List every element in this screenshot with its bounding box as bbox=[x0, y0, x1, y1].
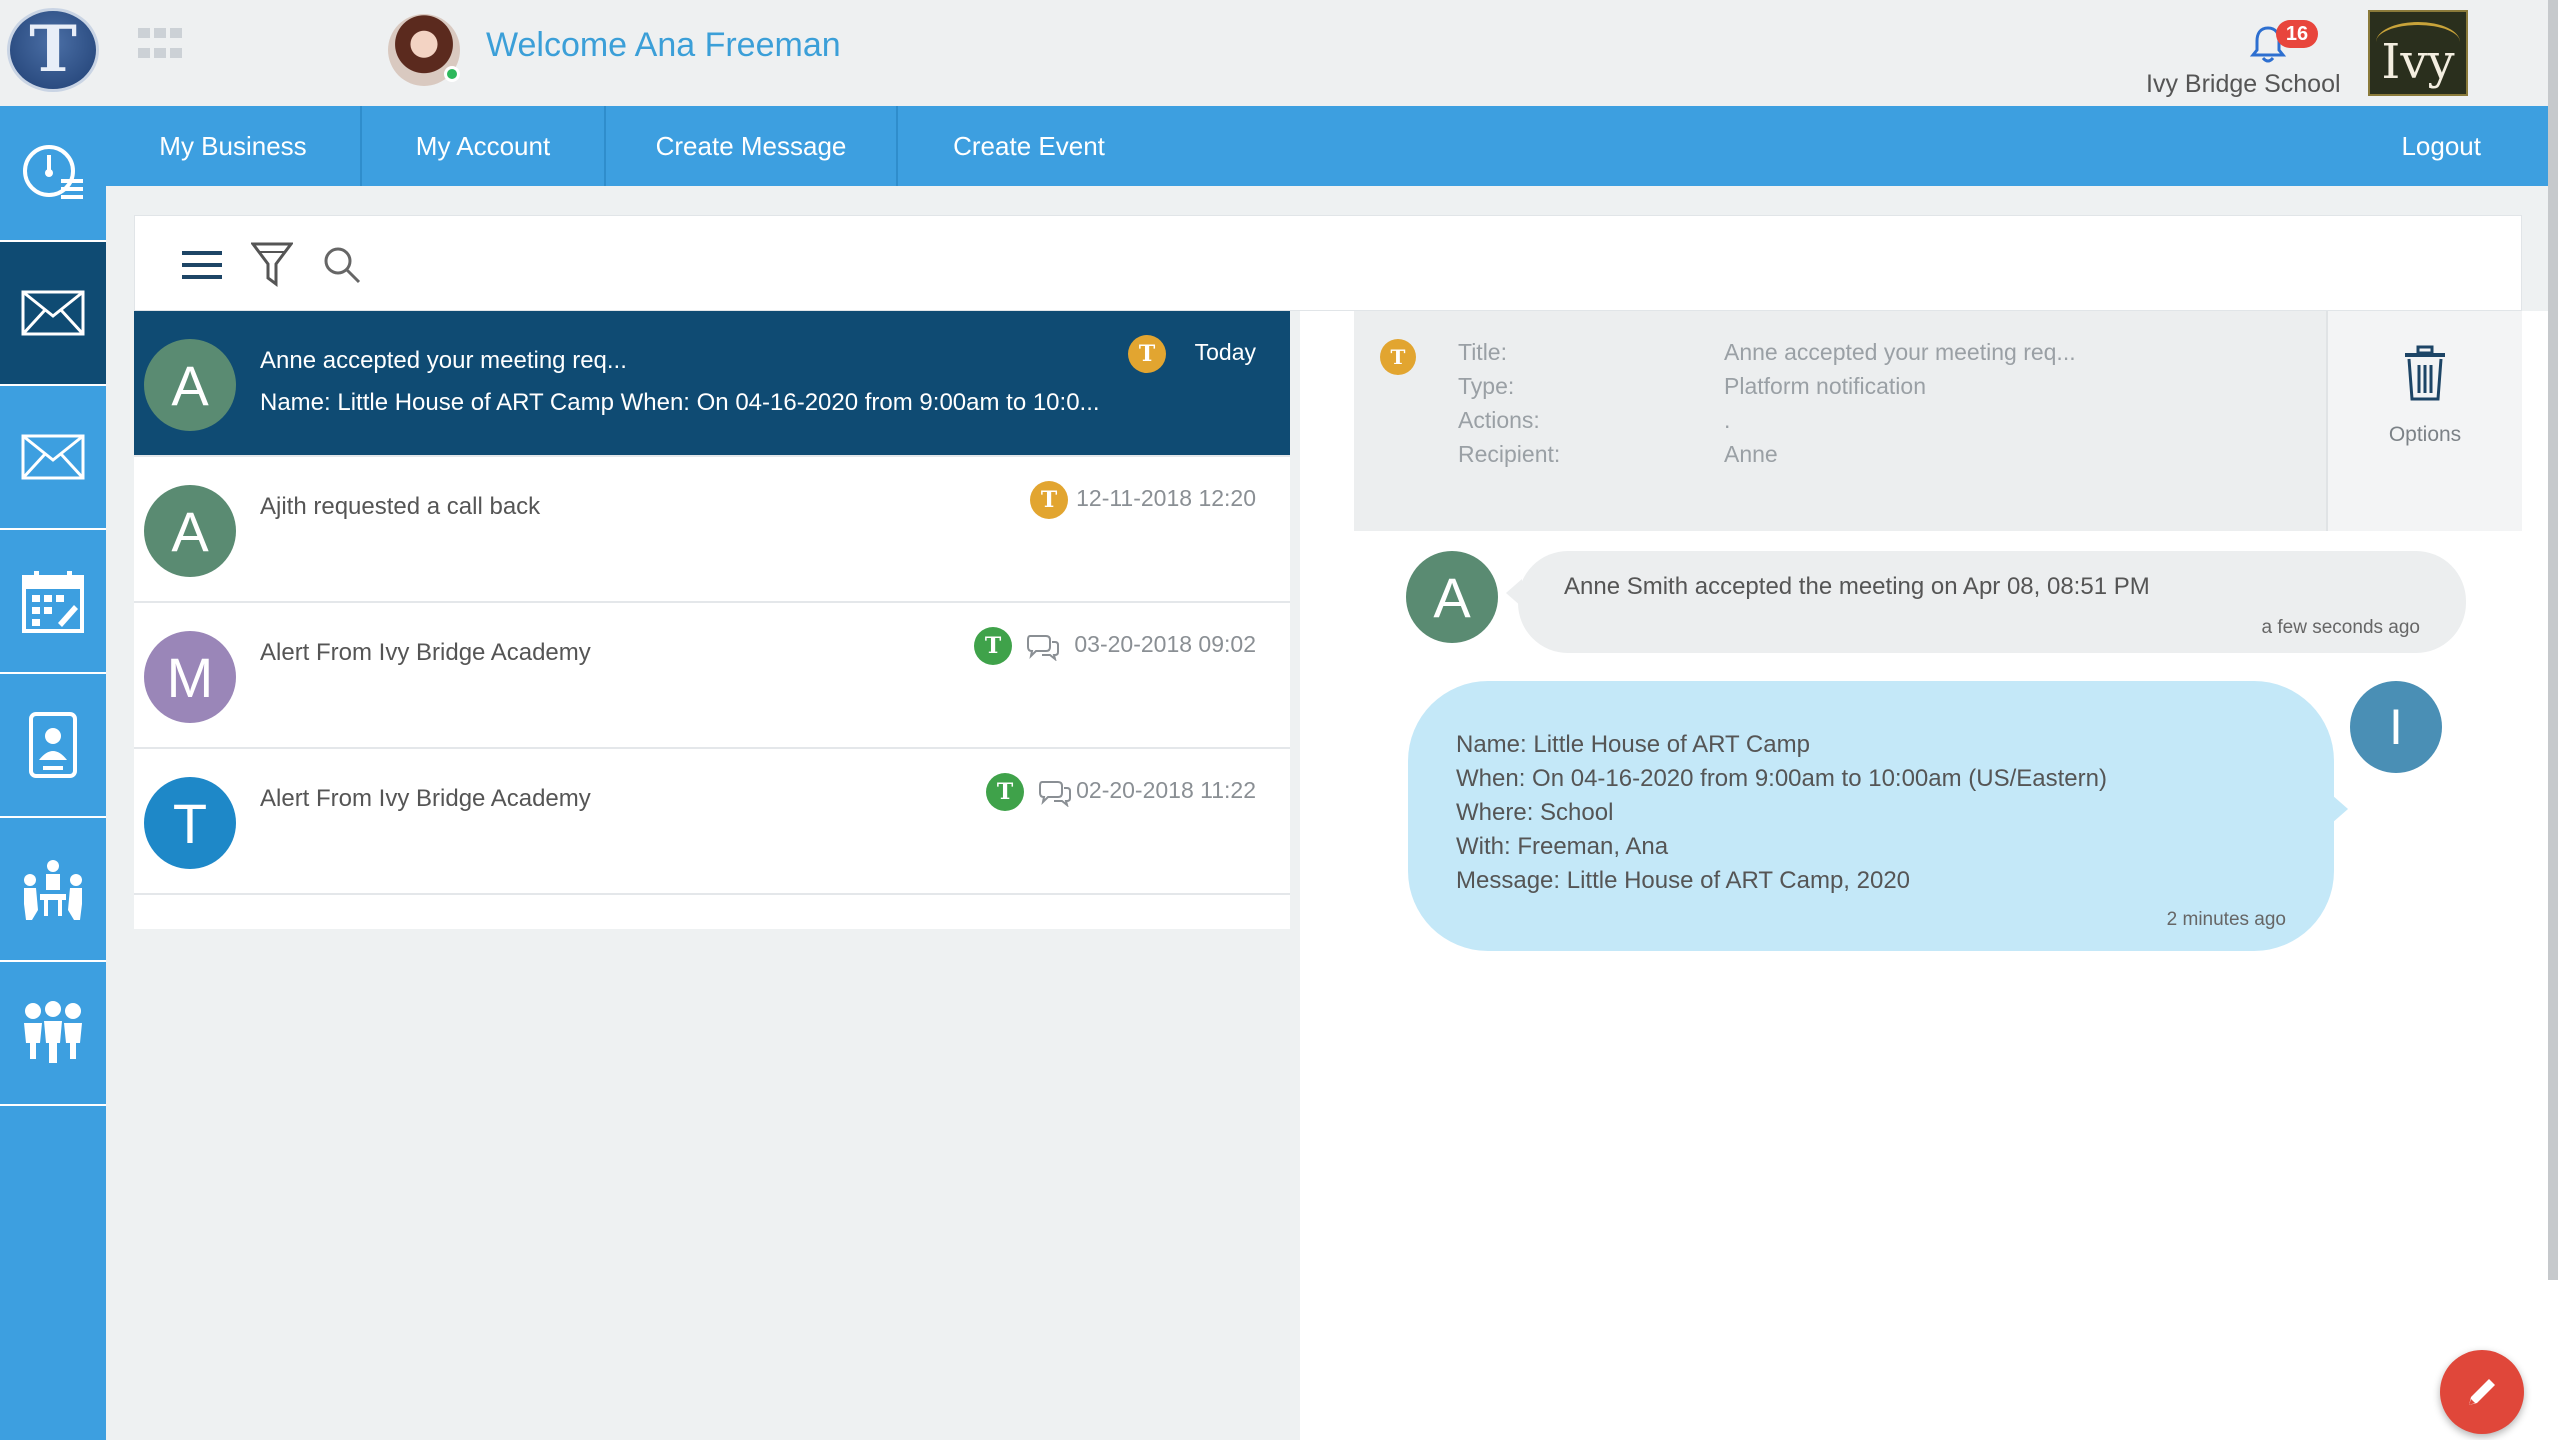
source-badge-icon: T bbox=[1380, 339, 1416, 375]
message-title: Alert From Ivy Bridge Academy bbox=[260, 639, 591, 666]
meta-recipient-label: Recipient: bbox=[1458, 441, 1561, 467]
meta-type-value: Platform notification bbox=[1724, 373, 1926, 399]
sidebar-item-contact[interactable] bbox=[0, 674, 106, 818]
top-header: T Welcome Ana Freeman 16 Ivy Bridge Scho… bbox=[0, 0, 2558, 106]
apps-grid-icon[interactable] bbox=[138, 28, 182, 64]
school-logo[interactable]: Ivy bbox=[2368, 10, 2468, 96]
app-logo-letter: T bbox=[29, 12, 77, 87]
filter-icon[interactable] bbox=[245, 238, 299, 292]
source-badge-icon: T bbox=[986, 773, 1024, 811]
menu-icon[interactable] bbox=[175, 238, 229, 292]
search-icon[interactable] bbox=[315, 238, 369, 292]
message-date: 02-20-2018 11:22 bbox=[1076, 777, 1256, 803]
nav-my-business[interactable]: My Business bbox=[106, 106, 362, 186]
meta-recipient-value: Anne bbox=[1724, 441, 1778, 467]
message-preview: Name: Little House of ART Camp When: On … bbox=[260, 389, 1100, 416]
outgoing-message-line: Where: School bbox=[1456, 799, 1614, 826]
message-date: 03-20-2018 09:02 bbox=[1074, 631, 1256, 657]
contact-device-icon bbox=[29, 712, 77, 778]
list-toolbar bbox=[134, 215, 2522, 311]
notification-count-badge: 16 bbox=[2276, 20, 2318, 48]
school-logo-text: Ivy bbox=[2381, 34, 2455, 90]
meta-title-label: Title: bbox=[1458, 339, 1507, 365]
sidebar-item-mail[interactable] bbox=[0, 386, 106, 530]
meta-title-value: Anne accepted your meeting req... bbox=[1724, 339, 2076, 365]
pencil-icon bbox=[2469, 1379, 2495, 1405]
message-title: Alert From Ivy Bridge Academy bbox=[260, 785, 591, 812]
outgoing-message-line: With: Freeman, Ana bbox=[1456, 833, 1669, 860]
message-meta: T Title: Anne accepted your meeting req.… bbox=[1354, 311, 2326, 531]
page-scrollbar[interactable] bbox=[2548, 0, 2558, 1280]
list-item[interactable]: T Alert From Ivy Bridge Academy T 02-20-… bbox=[134, 749, 1290, 895]
sidebar-item-meetings[interactable] bbox=[0, 818, 106, 962]
sidebar bbox=[0, 106, 106, 1440]
meta-type-label: Type: bbox=[1458, 373, 1515, 399]
meta-actions-value: . bbox=[1724, 407, 1731, 433]
online-status-dot bbox=[444, 66, 460, 82]
incoming-message-time: a few seconds ago bbox=[2261, 617, 2420, 638]
welcome-text: Welcome Ana Freeman bbox=[486, 26, 841, 64]
mail-icon bbox=[21, 434, 85, 480]
school-name: Ivy Bridge School bbox=[2146, 70, 2341, 98]
inbox-icon bbox=[21, 290, 85, 336]
chat-icon bbox=[1039, 781, 1071, 807]
list-item[interactable]: M Alert From Ivy Bridge Academy T 03-20-… bbox=[134, 603, 1290, 749]
source-badge-icon: T bbox=[974, 627, 1012, 665]
sidebar-item-calendar[interactable] bbox=[0, 530, 106, 674]
nav-create-event[interactable]: Create Event bbox=[898, 106, 1160, 186]
incoming-message-bubble: Anne Smith accepted the meeting on Apr 0… bbox=[1506, 551, 2466, 653]
list-footer bbox=[134, 895, 1290, 929]
source-badge-icon: T bbox=[1128, 335, 1166, 373]
nav-create-message[interactable]: Create Message bbox=[606, 106, 898, 186]
sender-avatar: A bbox=[1406, 551, 1498, 643]
sidebar-item-dashboard[interactable] bbox=[0, 106, 106, 242]
groups-icon bbox=[24, 1001, 82, 1063]
recipient-avatar: I bbox=[2350, 681, 2442, 773]
outgoing-message-line: When: On 04-16-2020 from 9:00am to 10:00… bbox=[1456, 765, 2107, 792]
incoming-message-text: Anne Smith accepted the meeting on Apr 0… bbox=[1564, 573, 2150, 600]
outgoing-message-time: 2 minutes ago bbox=[2166, 909, 2286, 930]
logout-link[interactable]: Logout bbox=[2401, 106, 2481, 186]
message-detail-pane: T Title: Anne accepted your meeting req.… bbox=[1300, 311, 2558, 1440]
nav-my-account[interactable]: My Account bbox=[362, 106, 606, 186]
chat-icon bbox=[1027, 635, 1059, 661]
app-logo[interactable]: T bbox=[7, 8, 99, 92]
outgoing-message-line: Name: Little House of ART Camp bbox=[1456, 731, 1810, 758]
sender-avatar: A bbox=[144, 485, 236, 577]
sender-avatar: T bbox=[144, 777, 236, 869]
compose-button[interactable] bbox=[2440, 1350, 2524, 1434]
list-item[interactable]: A Ajith requested a call back T 12-11-20… bbox=[134, 457, 1290, 603]
sidebar-item-inbox[interactable] bbox=[0, 242, 106, 386]
pane-divider bbox=[1290, 311, 1300, 1440]
outgoing-message-bubble: Name: Little House of ART Camp When: On … bbox=[1408, 681, 2348, 951]
message-date: 12-11-2018 12:20 bbox=[1076, 485, 1256, 511]
list-item[interactable]: A Anne accepted your meeting req... Name… bbox=[134, 311, 1290, 457]
message-title: Anne accepted your meeting req... bbox=[260, 347, 627, 374]
meta-actions-label: Actions: bbox=[1458, 407, 1540, 433]
calendar-icon bbox=[22, 571, 84, 633]
top-nav: My Business My Account Create Message Cr… bbox=[106, 106, 2551, 186]
meeting-icon bbox=[24, 860, 82, 920]
message-title: Ajith requested a call back bbox=[260, 493, 541, 520]
sender-avatar: A bbox=[144, 339, 236, 431]
outgoing-message-line: Message: Little House of ART Camp, 2020 bbox=[1456, 867, 1911, 894]
message-date: Today bbox=[1194, 339, 1256, 365]
message-list: A Anne accepted your meeting req... Name… bbox=[134, 311, 1290, 929]
options-label: Options bbox=[2388, 423, 2462, 446]
options-button[interactable]: Options bbox=[2326, 311, 2522, 531]
sender-avatar: M bbox=[144, 631, 236, 723]
dashboard-icon bbox=[23, 145, 83, 199]
user-avatar[interactable] bbox=[388, 14, 460, 86]
source-badge-icon: T bbox=[1030, 481, 1068, 519]
trash-icon bbox=[2405, 345, 2445, 401]
sidebar-item-groups[interactable] bbox=[0, 962, 106, 1106]
